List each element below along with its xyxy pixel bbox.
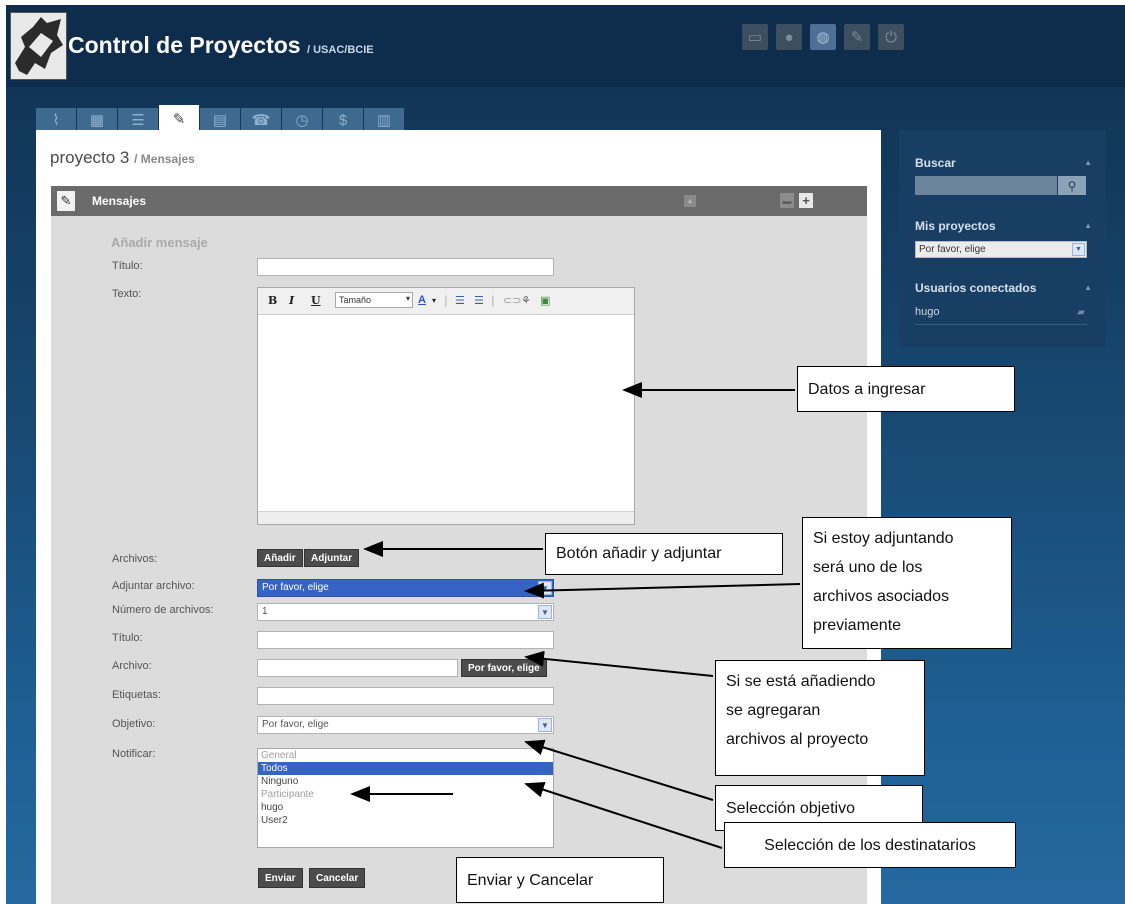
callout-datos: Datos a ingresar (797, 366, 1015, 412)
callout-enviar: Enviar y Cancelar (456, 857, 664, 903)
callout-adjuntando: Si estoy adjuntando será uno de los arch… (802, 517, 1012, 649)
callout-boton-text: Botón añadir y adjuntar (556, 545, 722, 562)
annotation-arrows (350, 382, 801, 849)
arrow-anadiendo (524, 650, 714, 677)
callout-enviar-text: Enviar y Cancelar (467, 872, 594, 889)
callout-anadiendo-line1: Si se está añadiendo (726, 673, 876, 690)
callout-datos-text: Datos a ingresar (808, 381, 926, 398)
callout-boton: Botón añadir y adjuntar (545, 533, 783, 575)
callout-adjuntando-line2: será uno de los (813, 559, 923, 576)
callout-anadiendo-line2: se agregaran (726, 702, 821, 719)
callout-adjuntando-line1: Si estoy adjuntando (813, 530, 954, 547)
arrow-objetivo (524, 739, 714, 801)
arrow-adjuntando (524, 582, 801, 599)
callout-destinatarios-text: Selección de los destinatarios (764, 837, 976, 854)
callout-objetivo-text: Selección objetivo (726, 800, 855, 817)
callout-destinatarios: Selección de los destinatarios (724, 822, 1016, 868)
callout-anadiendo: Si se está añadiendo se agregaran archiv… (715, 660, 925, 776)
callout-anadiendo-line3: archivos al proyecto (726, 731, 869, 748)
callout-adjuntando-line3: archivos asociados (813, 588, 950, 605)
callout-adjuntando-line4: previamente (813, 617, 902, 634)
